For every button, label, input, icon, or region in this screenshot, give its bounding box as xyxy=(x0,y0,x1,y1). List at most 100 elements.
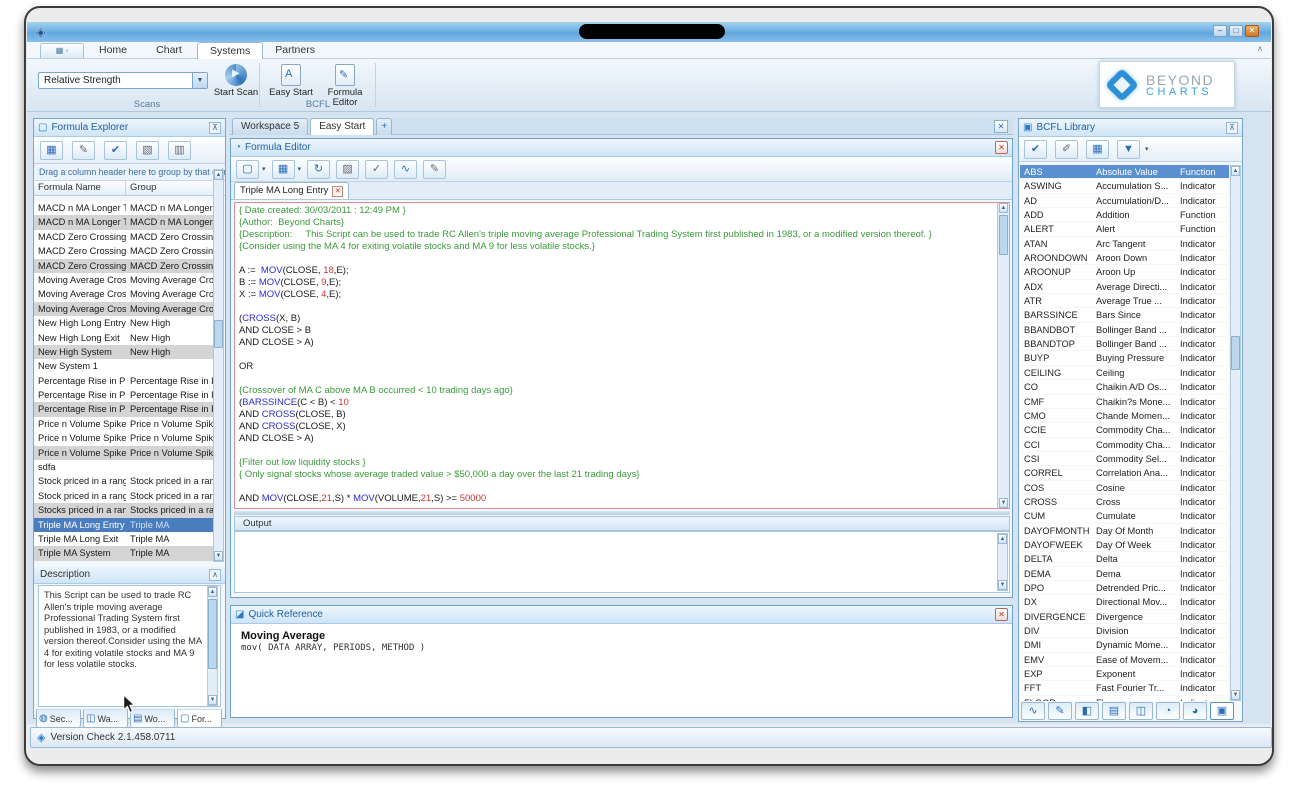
formula-row[interactable]: Triple MA SystemTriple MA xyxy=(34,546,214,560)
bcfl-row[interactable]: ABSAbsolute ValueFunction xyxy=(1020,165,1229,179)
formula-row[interactable]: Stock priced in a rang...Stock priced in… xyxy=(34,489,214,503)
formula-row[interactable]: Percentage Rise in Pr...Percentage Rise … xyxy=(34,388,214,402)
close-formula-editor-button[interactable]: ✕ xyxy=(995,141,1008,154)
run-formula-button[interactable]: ↻ xyxy=(307,160,330,179)
close-button[interactable]: ✕ xyxy=(1245,25,1259,37)
formula-row[interactable]: MACD Zero Crossing ...MACD Zero Crossing xyxy=(34,230,214,244)
collapse-icon[interactable]: ∧ xyxy=(209,569,221,581)
bcfl-row[interactable]: CROSSCrossIndicator xyxy=(1020,495,1229,509)
save-document-button[interactable]: ▦ xyxy=(272,160,295,179)
code-editor[interactable]: { Date created: 30/03/2011 : 12:49 PM }{… xyxy=(234,202,1010,509)
formula-row[interactable]: MACD Zero Crossing ...MACD Zero Crossing xyxy=(34,259,214,273)
bcfl-row[interactable]: CEILINGCeilingIndicator xyxy=(1020,366,1229,380)
formula-row[interactable]: Price n Volume Spike ...Price n Volume S… xyxy=(34,431,214,445)
formula-row[interactable]: Stock priced in a rang...Stock priced in… xyxy=(34,474,214,488)
tab-price-charts[interactable]: ∿ xyxy=(1021,702,1045,720)
bcfl-row[interactable]: EMVEase of Movem...Indicator xyxy=(1020,653,1229,667)
tab-layers[interactable]: ◧ xyxy=(1075,702,1099,720)
bcfl-row[interactable]: FLOORFloorIndicator xyxy=(1020,696,1229,701)
maximize-button[interactable]: □ xyxy=(1229,25,1243,37)
bcfl-row[interactable]: ADAccumulation/D...Indicator xyxy=(1020,194,1229,208)
formula-list-scrollbar[interactable]: ▲ ▼ xyxy=(213,169,224,562)
plot-indicator-button[interactable]: ∿ xyxy=(394,160,417,179)
apply-to-chart-button[interactable]: ▨ xyxy=(336,160,359,179)
bcfl-row[interactable]: DAYOFWEEKDay Of WeekIndicator xyxy=(1020,538,1229,552)
pin-icon[interactable]: ⊼ xyxy=(209,122,221,134)
bcfl-row[interactable]: CMFChaikin?s Mone...Indicator xyxy=(1020,395,1229,409)
document-tab[interactable]: Triple MA Long Entry ✕ xyxy=(234,182,349,199)
bcfl-row[interactable]: DXDirectional Mov...Indicator xyxy=(1020,595,1229,609)
formula-explorer-header[interactable]: ▢ Formula Explorer ⊼ xyxy=(34,119,225,137)
tab-scans[interactable]: ◔ xyxy=(1156,702,1180,720)
bcfl-row[interactable]: AROONUPAroon UpIndicator xyxy=(1020,265,1229,279)
formula-wizard-button[interactable]: ✎ xyxy=(423,160,446,179)
scan-select-combobox[interactable]: Relative Strength ▼ xyxy=(38,72,208,89)
categories-button[interactable]: ▦ xyxy=(1086,140,1109,159)
tab-reports[interactable]: ▤ xyxy=(1102,702,1126,720)
bcfl-row[interactable]: ATANArc TangentIndicator xyxy=(1020,237,1229,251)
bcfl-row[interactable]: DIVERGENCEDivergenceIndicator xyxy=(1020,610,1229,624)
chevron-down-icon[interactable]: ▾ xyxy=(1145,145,1149,153)
formula-row[interactable]: Triple MA Long EntryTriple MA xyxy=(34,518,214,532)
tab-systems[interactable]: Systems xyxy=(197,42,263,59)
formula-editor-panel-header[interactable]: ◔ Formula Editor ✕ xyxy=(231,139,1012,157)
bcfl-row[interactable]: DAYOFMONTHDay Of MonthIndicator xyxy=(1020,524,1229,538)
bcfl-row[interactable]: BUYPBuying PressureIndicator xyxy=(1020,351,1229,365)
column-header-group[interactable]: Group xyxy=(126,181,214,195)
bcfl-row[interactable]: DELTADeltaIndicator xyxy=(1020,552,1229,566)
formula-row[interactable]: Percentage Rise in Pr...Percentage Rise … xyxy=(34,374,214,388)
bcfl-row[interactable]: EXPExponentIndicator xyxy=(1020,667,1229,681)
bcfl-row[interactable]: FFTFast Fourier Tr...Indicator xyxy=(1020,681,1229,695)
code-scrollbar[interactable]: ▲ ▼ xyxy=(997,203,1009,508)
verify-formula-button[interactable]: ✔ xyxy=(104,141,127,160)
output-scrollbar[interactable]: ▲ ▼ xyxy=(997,533,1008,591)
tab-chart[interactable]: Chart xyxy=(141,42,197,59)
formula-row[interactable]: Stocks priced in a ran...Stocks priced i… xyxy=(34,503,214,517)
bcfl-scrollbar[interactable]: ▲ ▼ xyxy=(1230,165,1241,701)
splitter-handle[interactable] xyxy=(234,511,1010,515)
chevron-down-icon[interactable]: ▾ xyxy=(298,165,302,173)
bcfl-library-header[interactable]: ▣ BCFL Library ⊼ xyxy=(1019,119,1242,137)
chevron-down-icon[interactable]: ▾ xyxy=(262,165,266,173)
formula-row[interactable]: MACD n MA Longer T...MACD n MA Longer T.… xyxy=(34,215,214,229)
minimize-button[interactable]: – xyxy=(1213,25,1227,37)
open-formula-button[interactable]: ▧ xyxy=(136,141,159,160)
new-formula-button[interactable]: ✎ xyxy=(72,141,95,160)
tab-systems[interactable]: ◕ xyxy=(1183,702,1207,720)
formula-row[interactable]: Moving Average Cros...Moving Average Cro… xyxy=(34,302,214,316)
filter-button[interactable]: ▼ xyxy=(1117,140,1140,159)
formula-row[interactable]: New High Long EntryNew High xyxy=(34,316,214,330)
title-bar[interactable]: ◈ –□✕ xyxy=(27,22,1271,42)
scroll-thumb[interactable] xyxy=(999,215,1008,255)
bcfl-row[interactable]: ADDAdditionFunction xyxy=(1020,208,1229,222)
bcfl-row[interactable]: DMIDynamic Mome...Indicator xyxy=(1020,638,1229,652)
scroll-down-icon[interactable]: ▼ xyxy=(214,551,223,561)
bcfl-row[interactable]: COChaikin A/D Os...Indicator xyxy=(1020,380,1229,394)
bcfl-row[interactable]: ADXAverage Directi...Indicator xyxy=(1020,280,1229,294)
scroll-thumb[interactable] xyxy=(208,599,217,669)
tab-bcfl-library[interactable]: ▣ xyxy=(1210,702,1234,720)
workspace-tab-workspace-5[interactable]: Workspace 5 xyxy=(232,118,308,135)
bcfl-row[interactable]: DIVDivisionIndicator xyxy=(1020,624,1229,638)
scroll-thumb[interactable] xyxy=(214,320,223,348)
close-document-icon[interactable]: ✕ xyxy=(332,186,343,197)
workspace-tab-easy-start[interactable]: Easy Start xyxy=(310,118,374,135)
bcfl-row[interactable]: CMOChande Momen...Indicator xyxy=(1020,409,1229,423)
scroll-thumb[interactable] xyxy=(1231,336,1240,370)
new-document-button[interactable]: ▢ xyxy=(236,160,259,179)
pin-icon[interactable]: ⊼ xyxy=(1226,122,1238,134)
bcfl-row[interactable]: CORRELCorrelation Ana...Indicator xyxy=(1020,466,1229,480)
tab-partners[interactable]: Partners xyxy=(263,42,327,59)
formula-row[interactable]: Price n Volume Spike ...Price n Volume S… xyxy=(34,446,214,460)
quick-reference-header[interactable]: ◪ Quick Reference ✕ xyxy=(231,606,1012,624)
scroll-up-icon[interactable]: ▲ xyxy=(999,203,1008,213)
scroll-down-icon[interactable]: ▼ xyxy=(999,498,1008,508)
formula-row[interactable]: New System 1 xyxy=(34,359,214,373)
bcfl-row[interactable]: AROONDOWNAroon DownIndicator xyxy=(1020,251,1229,265)
tab-formulas[interactable]: ▢For... xyxy=(177,709,222,728)
formula-row[interactable]: Price n Volume Spike ...Price n Volume S… xyxy=(34,417,214,431)
output-header[interactable]: Output xyxy=(234,516,1010,531)
bcfl-row[interactable]: ASWINGAccumulation S...Indicator xyxy=(1020,179,1229,193)
description-scrollbar[interactable]: ▲ ▼ xyxy=(207,586,218,706)
bcfl-row[interactable]: ATRAverage True ...Indicator xyxy=(1020,294,1229,308)
